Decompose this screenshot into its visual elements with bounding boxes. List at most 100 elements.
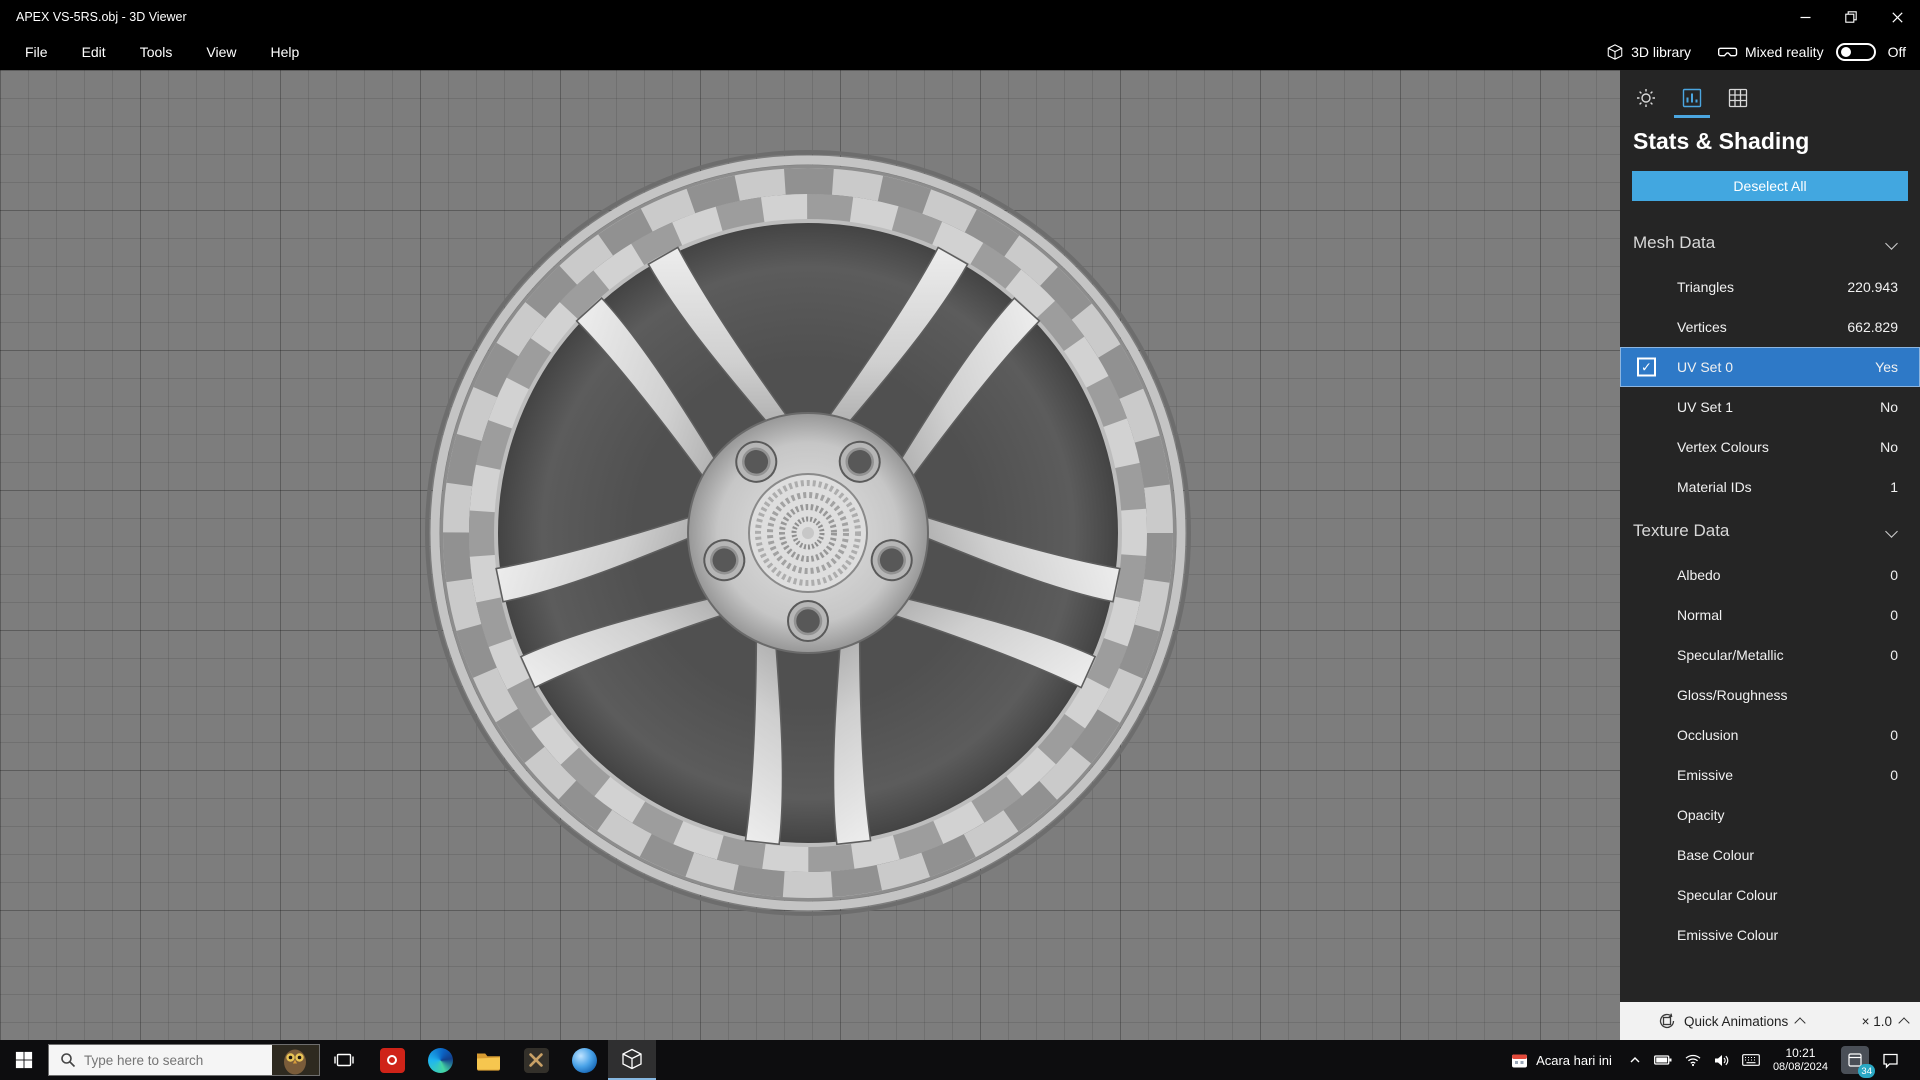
taskbar-app-3d-viewer[interactable] (608, 1040, 656, 1080)
stat-label: Emissive Colour (1677, 927, 1779, 943)
notification-app-button[interactable]: 34 (1841, 1046, 1875, 1078)
widget-label: Acara hari ini (1536, 1052, 1612, 1068)
taskbar-app-game[interactable] (512, 1040, 560, 1080)
taskbar-clock[interactable]: 10:21 08/08/2024 (1773, 1046, 1828, 1074)
volume-button[interactable] (1714, 1054, 1729, 1067)
stat-label: Vertex Colours (1677, 439, 1769, 455)
game-app-icon (523, 1047, 549, 1073)
row-uv-set-0[interactable]: ✓ UV Set 0 Yes (1620, 347, 1920, 387)
row-gloss-roughness[interactable]: Gloss/Roughness (1620, 675, 1920, 715)
mixed-reality-group: Mixed reality (1717, 44, 1824, 60)
restore-button[interactable] (1828, 0, 1874, 34)
clock-date: 08/08/2024 (1772, 1061, 1828, 1073)
task-view-icon (334, 1053, 354, 1067)
taskbar: Acara hari ini 10:21 08/08/2024 (0, 1040, 1920, 1080)
battery-icon (1653, 1055, 1672, 1065)
stat-label: Albedo (1677, 567, 1721, 583)
texture-data-header[interactable]: Texture Data (1620, 507, 1920, 555)
action-center-button[interactable] (1882, 1052, 1899, 1069)
start-button[interactable] (0, 1040, 48, 1080)
menu-help[interactable]: Help (253, 34, 316, 70)
menu-bar: File Edit Tools View Help 3D library Mix… (0, 34, 1920, 70)
wheel-3d-model[interactable] (418, 143, 1198, 923)
news-widget-button[interactable]: Acara hari ini (1507, 1052, 1616, 1069)
3d-viewer-cube-icon (622, 1048, 642, 1070)
menu-edit[interactable]: Edit (65, 34, 123, 70)
row-occlusion[interactable]: Occlusion 0 (1620, 715, 1920, 755)
menu-file[interactable]: File (8, 34, 65, 70)
row-normal[interactable]: Normal 0 (1620, 595, 1920, 635)
mixed-reality-toggle[interactable] (1835, 43, 1876, 61)
row-uv-set-1[interactable]: UV Set 1 No (1620, 387, 1920, 427)
system-tray: Acara hari ini 10:21 08/08/2024 34 (1507, 1040, 1920, 1080)
row-base-colour[interactable]: Base Colour (1620, 835, 1920, 875)
window-title: APEX VS-5RS.obj - 3D Viewer (16, 10, 187, 24)
checkbox-checked-icon[interactable]: ✓ (1637, 357, 1656, 377)
stat-value: 0 (1890, 647, 1898, 663)
mesh-data-title: Mesh Data (1633, 233, 1716, 252)
row-specular-colour[interactable]: Specular Colour (1620, 875, 1920, 915)
task-view-button[interactable] (320, 1040, 368, 1080)
deselect-all-button[interactable]: Deselect All (1632, 171, 1908, 201)
taskbar-app-red-media[interactable] (368, 1040, 416, 1080)
stats-panel: Stats & Shading Deselect All Mesh Data T… (1620, 70, 1920, 1040)
action-center-icon (1883, 1053, 1898, 1069)
battery-status-button[interactable] (1653, 1054, 1672, 1066)
chevron-down-icon (1885, 524, 1898, 538)
menu-tools[interactable]: Tools (123, 34, 190, 70)
row-triangles[interactable]: Triangles 220.943 (1620, 267, 1920, 307)
row-vertex-colours[interactable]: Vertex Colours No (1620, 427, 1920, 467)
row-material-ids[interactable]: Material IDs 1 (1620, 467, 1920, 507)
texture-data-title: Texture Data (1633, 521, 1730, 540)
stat-label: Occlusion (1677, 727, 1739, 743)
stat-value: Yes (1875, 359, 1898, 375)
taskbar-app-photos[interactable] (560, 1040, 608, 1080)
close-icon (1891, 11, 1903, 23)
row-emissive-colour[interactable]: Emissive Colour (1620, 915, 1920, 955)
chevron-up-icon (1630, 1057, 1640, 1063)
network-status-button[interactable] (1685, 1054, 1701, 1067)
tab-grid[interactable] (1720, 80, 1756, 118)
search-highlight-owl-image[interactable] (272, 1045, 319, 1075)
menu-items: File Edit Tools View Help (0, 34, 316, 70)
taskbar-app-edge[interactable] (416, 1040, 464, 1080)
row-vertices[interactable]: Vertices 662.829 (1620, 307, 1920, 347)
stat-value: 662.829 (1847, 319, 1898, 335)
stat-label: Opacity (1677, 807, 1725, 823)
mesh-data-header[interactable]: Mesh Data (1620, 219, 1920, 267)
grid-table-icon (1728, 88, 1748, 107)
windows-logo-icon (15, 1051, 33, 1069)
minimize-button[interactable] (1782, 0, 1828, 34)
stat-label: Base Colour (1677, 847, 1755, 863)
taskbar-search[interactable] (48, 1044, 320, 1076)
menu-view[interactable]: View (189, 34, 253, 70)
3d-viewport[interactable] (0, 70, 1620, 1040)
close-button[interactable] (1874, 0, 1920, 34)
stat-value: 0 (1890, 607, 1898, 623)
stat-label: Triangles (1677, 279, 1735, 295)
row-opacity[interactable]: Opacity (1620, 795, 1920, 835)
tab-lighting[interactable] (1628, 80, 1664, 118)
stat-label: Vertices (1677, 319, 1727, 335)
wifi-icon (1685, 1054, 1701, 1066)
row-specular-metallic[interactable]: Specular/Metallic 0 (1620, 635, 1920, 675)
speaker-icon (1714, 1054, 1729, 1066)
hidden-icons-button[interactable] (1629, 1054, 1641, 1066)
panel-title: Stats & Shading (1633, 128, 1810, 154)
tab-stats-shading[interactable] (1674, 80, 1710, 118)
stat-value: 220.943 (1847, 279, 1898, 295)
chevron-up-icon (1794, 1017, 1806, 1029)
stats-panel-body: Stats & Shading Deselect All Mesh Data T… (1620, 70, 1920, 1002)
stat-label: Normal (1677, 607, 1723, 623)
3d-library-button[interactable]: 3D library (1606, 43, 1691, 61)
touch-keyboard-button[interactable] (1742, 1054, 1760, 1066)
animation-speed-button[interactable]: × 1.0 (1862, 1014, 1910, 1029)
red-media-app-icon (379, 1047, 405, 1073)
stat-value: 1 (1890, 479, 1898, 495)
quick-animations-button[interactable]: Quick Animations (1658, 1012, 1806, 1030)
row-emissive[interactable]: Emissive 0 (1620, 755, 1920, 795)
stat-label: Emissive (1677, 767, 1734, 783)
search-input[interactable] (84, 1052, 272, 1068)
taskbar-app-file-explorer[interactable] (464, 1040, 512, 1080)
row-albedo[interactable]: Albedo 0 (1620, 555, 1920, 595)
